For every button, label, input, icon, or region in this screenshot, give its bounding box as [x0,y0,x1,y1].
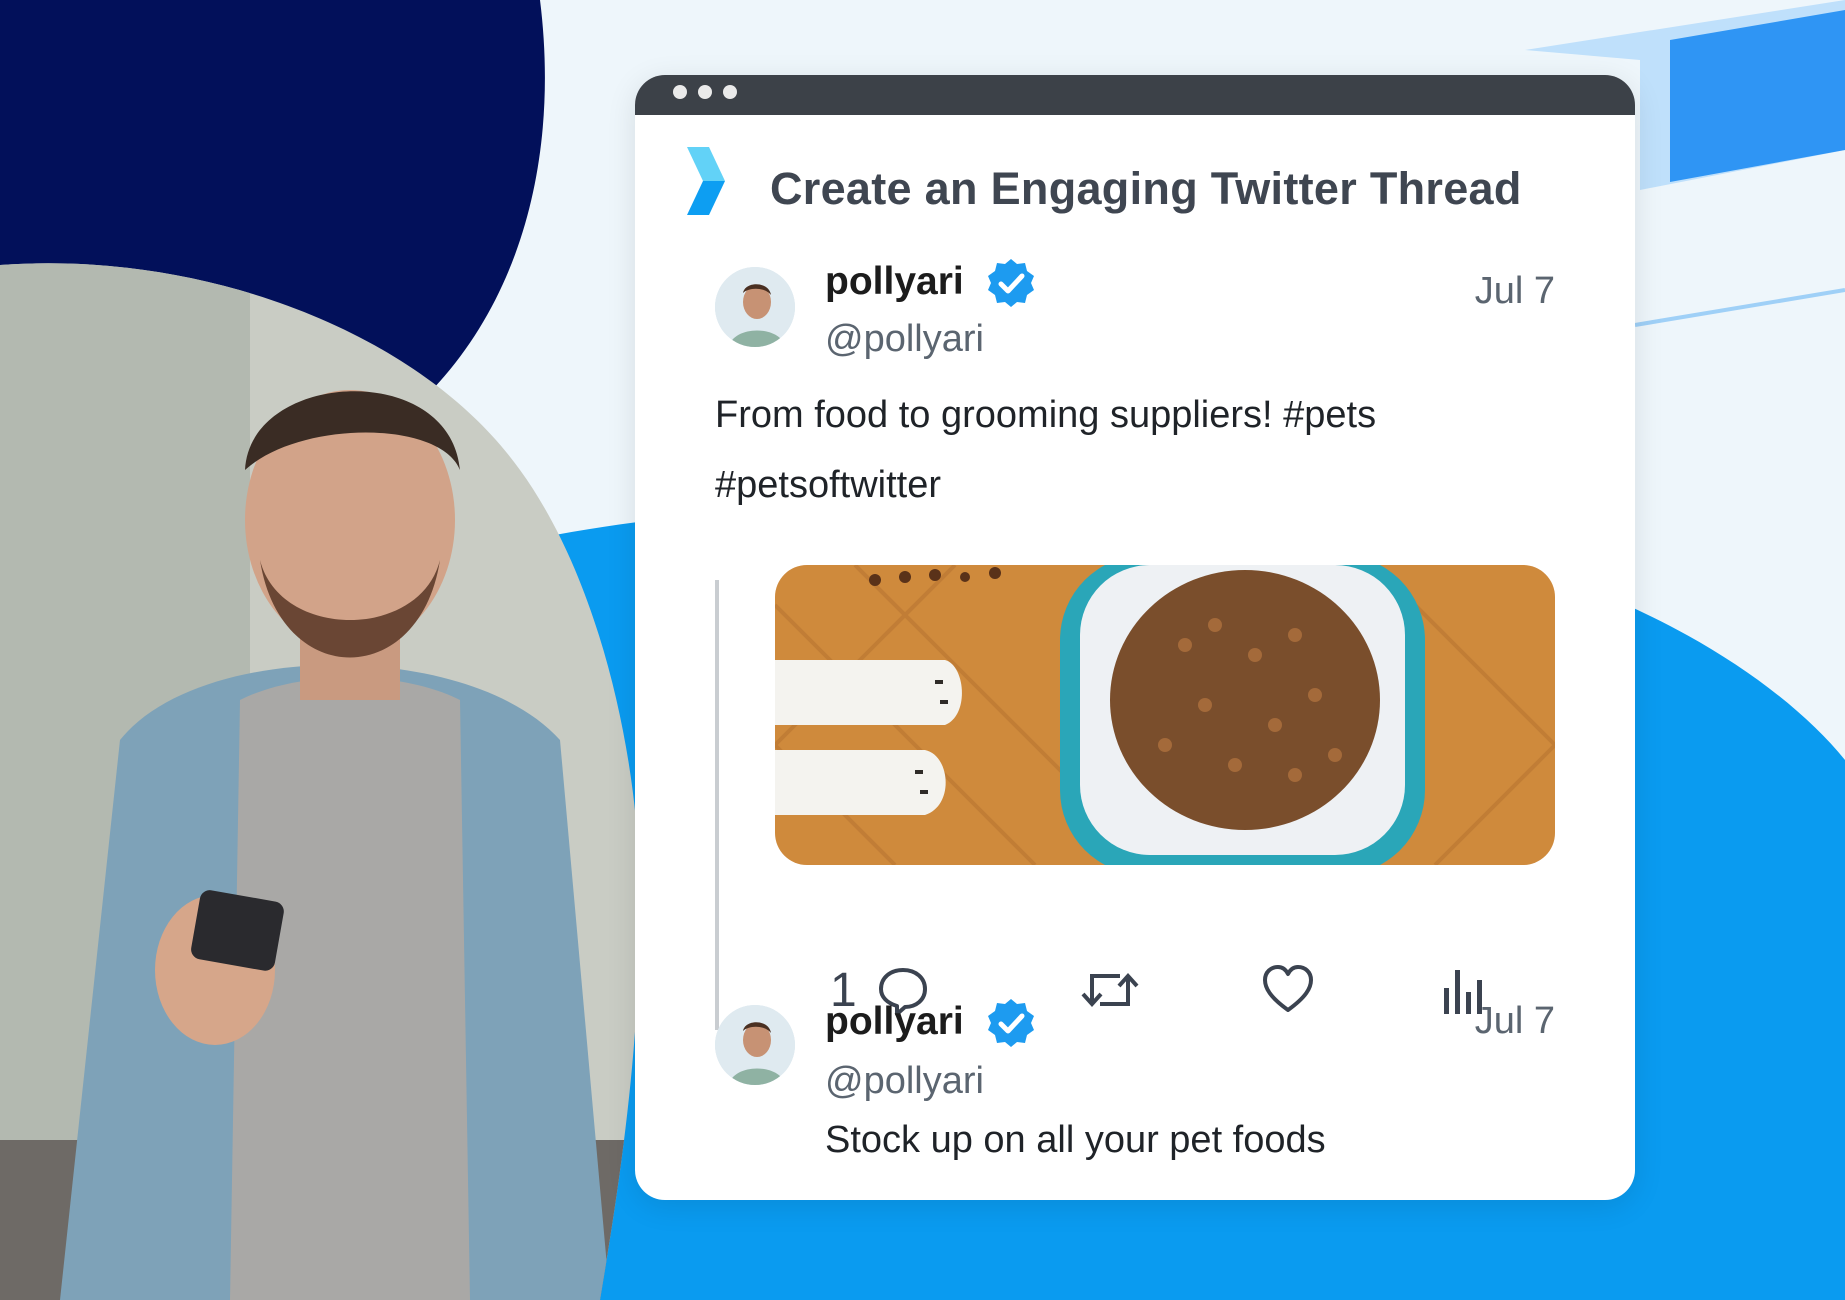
window-dot-icon [673,85,687,99]
browser-window: Create an Engaging Twitter Thread pollya… [635,75,1635,1200]
verified-badge-icon [988,999,1034,1047]
window-dot-icon [723,85,737,99]
tweet-text-line: From food to grooming suppliers! #pets [715,394,1377,436]
tweet-text-line: #petsoftwitter [715,464,941,506]
tweet-handle[interactable]: @pollyari [825,1060,984,1103]
window-dot-icon [698,85,712,99]
tweet-image-pet-food[interactable] [775,565,1555,865]
verified-badge-icon [988,259,1034,307]
chevron-logo-icon [687,147,725,215]
retweet-button[interactable] [1080,960,1140,1020]
tweet-username[interactable]: pollyari [825,260,964,304]
tweet-text: Stock up on all your pet foods [825,1119,1326,1161]
avatar[interactable] [715,1005,795,1085]
tweet-username[interactable]: pollyari [825,1000,964,1044]
like-icon [1263,965,1313,1012]
thread-connector [715,580,719,1030]
page-title: Create an Engaging Twitter Thread [770,163,1522,214]
tweet-date[interactable]: Jul 7 [1415,270,1555,313]
tweet-handle[interactable]: @pollyari [825,318,984,361]
tweet-date[interactable]: Jul 7 [1415,1000,1555,1043]
like-button[interactable] [1260,960,1316,1020]
avatar[interactable] [715,267,795,347]
retweet-icon [1081,973,1139,1007]
window-titlebar [635,75,1635,115]
